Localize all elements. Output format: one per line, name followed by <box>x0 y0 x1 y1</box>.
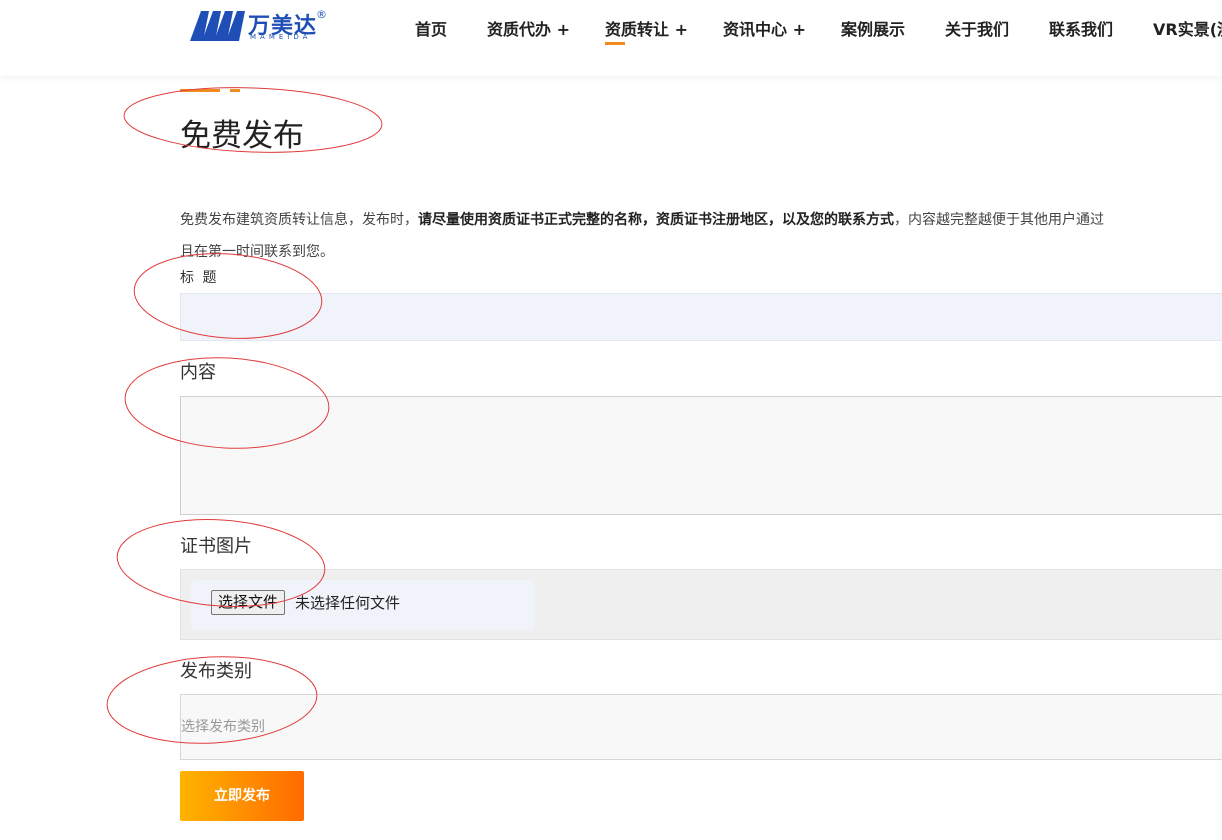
certificate-image-label: 证书图片 <box>180 536 252 557</box>
nav-news-center[interactable]: 资讯中心 + <box>723 16 806 40</box>
nav-qualification-transfer[interactable]: 资质转让 + <box>605 16 688 45</box>
content-textarea[interactable] <box>180 396 1222 515</box>
logo-subtext: MAMEIDA <box>250 33 312 41</box>
category-label: 发布类别 <box>180 661 252 682</box>
content-label: 内容 <box>180 362 216 383</box>
nav-vr-tour[interactable]: VR实景(测 <box>1153 16 1222 40</box>
intro-line2: 且在第一时间联系到您。 <box>180 244 334 260</box>
category-select[interactable]: 选择发布类别 <box>180 694 1222 760</box>
intro-bold: 请尽量使用资质证书正式完整的名称，资质证书注册地区，以及您的联系方式 <box>418 212 894 228</box>
publish-now-button[interactable]: 立即发布 <box>180 771 304 821</box>
nav-case-showcase[interactable]: 案例展示 <box>841 16 905 40</box>
choose-file-button[interactable]: 选择文件 <box>211 590 286 615</box>
file-input-wrapper: 选择文件 未选择任何文件 <box>191 580 534 630</box>
logo-m-mark-icon <box>190 11 245 41</box>
nav-contact-us[interactable]: 联系我们 <box>1049 16 1113 40</box>
title-accent-bar <box>180 89 240 92</box>
logo-registered-mark: ® <box>316 8 327 21</box>
site-header: 万美达 ® MAMEIDA 首页 资质代办 + 资质转让 + 资讯中心 + 案例… <box>0 0 1222 76</box>
title-label: 标 题 <box>180 270 219 286</box>
intro-text: 免费发布建筑资质转让信息，发布时，请尽量使用资质证书正式完整的名称，资质证书注册… <box>180 204 1222 268</box>
title-input[interactable] <box>180 293 1222 341</box>
nav-home[interactable]: 首页 <box>415 16 447 40</box>
site-logo[interactable]: 万美达 ® MAMEIDA <box>190 8 330 44</box>
intro-part1: 免费发布建筑资质转让信息，发布时， <box>180 212 418 228</box>
category-placeholder: 选择发布类别 <box>181 719 265 735</box>
file-status-text: 未选择任何文件 <box>295 594 401 612</box>
page-title: 免费发布 <box>180 118 304 154</box>
nav-about-us[interactable]: 关于我们 <box>945 16 1009 40</box>
nav-qualification-agency[interactable]: 资质代办 + <box>487 16 570 40</box>
intro-part2: ，内容越完整越便于其他用户通过 <box>894 212 1104 228</box>
certificate-image-upload: 选择文件 未选择任何文件 <box>180 569 1222 640</box>
